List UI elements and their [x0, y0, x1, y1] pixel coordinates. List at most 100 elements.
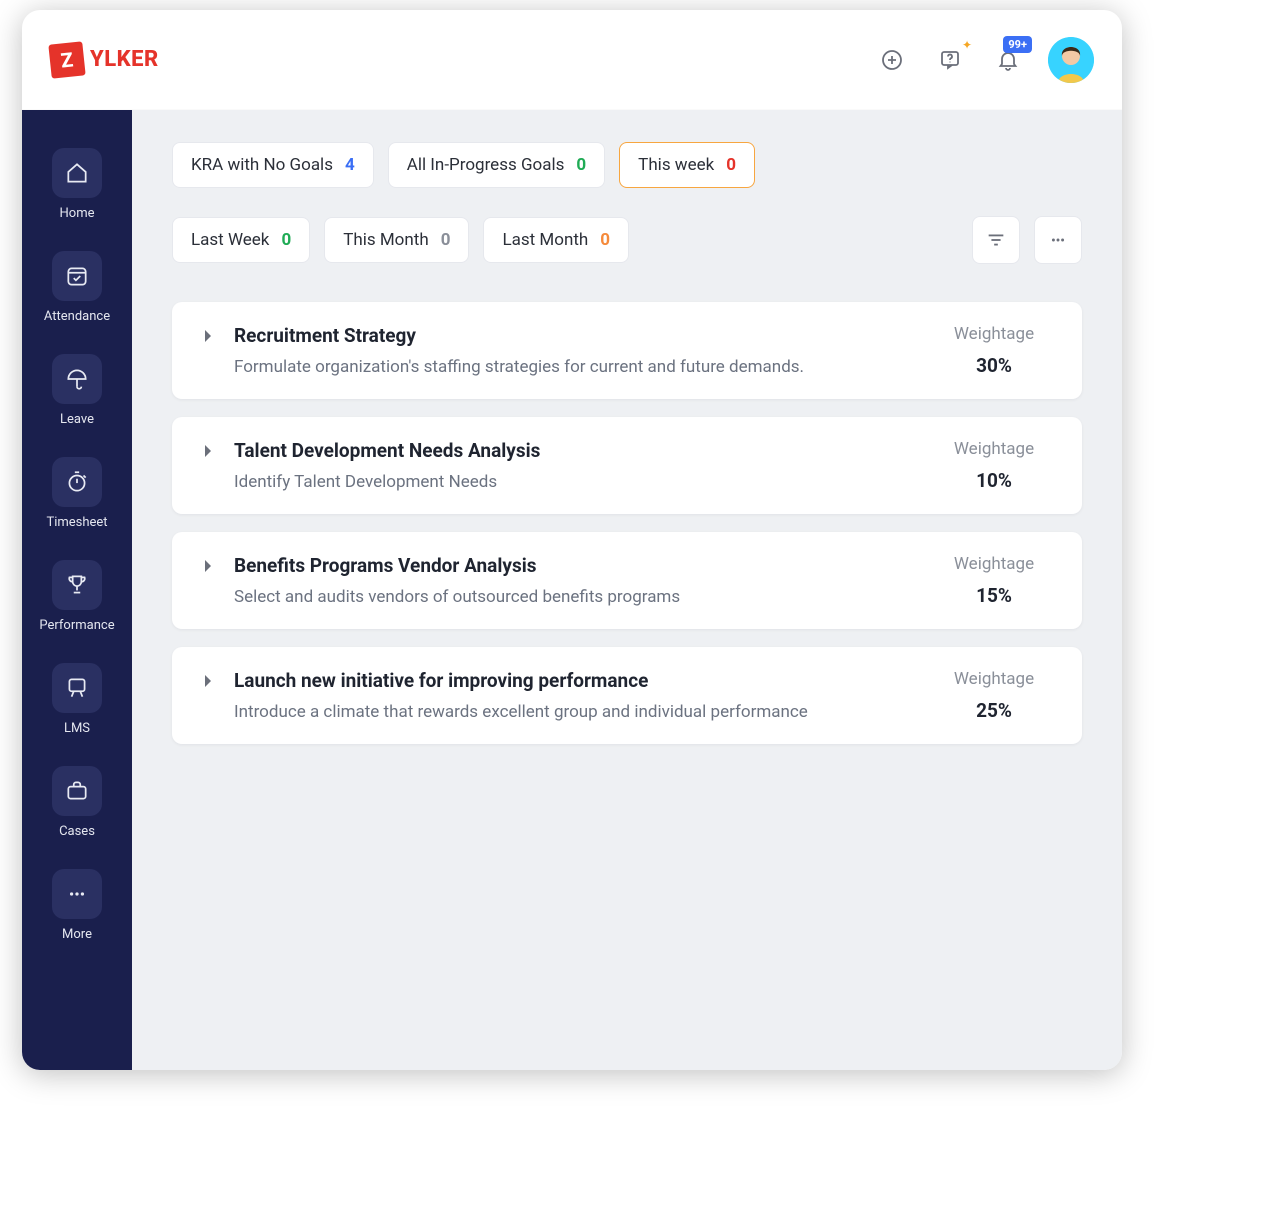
- sidebar-item-attendance[interactable]: Attendance: [44, 243, 110, 332]
- expand-toggle[interactable]: [200, 328, 216, 348]
- sparkle-icon: ✦: [962, 38, 972, 52]
- plus-circle-icon: [880, 48, 904, 72]
- add-button[interactable]: [874, 42, 910, 78]
- sidebar-item-cases[interactable]: Cases: [52, 758, 102, 847]
- filter-chip-this-week[interactable]: This week 0: [619, 142, 755, 188]
- filter-chip-last-month[interactable]: Last Month 0: [483, 217, 629, 263]
- more-options-button[interactable]: [1034, 216, 1082, 264]
- home-icon: [52, 148, 102, 198]
- kra-weight: Weightage 30%: [934, 324, 1054, 377]
- kra-title: Launch new initiative for improving perf…: [234, 669, 916, 692]
- kra-card: Recruitment Strategy Formulate organizat…: [172, 302, 1082, 399]
- app-shell: Z YLKER ✦ 99+: [22, 10, 1122, 1070]
- chip-label: This Month: [343, 230, 428, 250]
- trophy-icon: [52, 560, 102, 610]
- sidebar-item-label: Cases: [59, 824, 95, 839]
- body-area: Home Attendance Leave Timesheet Performa…: [22, 110, 1122, 1070]
- sidebar-item-timesheet[interactable]: Timesheet: [46, 449, 107, 538]
- presentation-icon: [52, 663, 102, 713]
- sidebar: Home Attendance Leave Timesheet Performa…: [22, 110, 132, 1070]
- notification-badge: 99+: [1003, 36, 1032, 53]
- kra-desc: Formulate organization's staffing strate…: [234, 357, 916, 377]
- chevron-right-icon: [200, 558, 216, 574]
- notifications-button[interactable]: 99+: [990, 42, 1026, 78]
- chip-count: 0: [600, 230, 610, 250]
- help-button[interactable]: ✦: [932, 42, 968, 78]
- weight-value: 30%: [934, 354, 1054, 377]
- chip-count: 0: [281, 230, 291, 250]
- kra-desc: Identify Talent Development Needs: [234, 472, 916, 492]
- kra-title: Recruitment Strategy: [234, 324, 916, 347]
- kra-body: Talent Development Needs Analysis Identi…: [234, 439, 916, 492]
- brand-logo[interactable]: Z YLKER: [50, 43, 159, 77]
- kra-title: Benefits Programs Vendor Analysis: [234, 554, 916, 577]
- sidebar-item-home[interactable]: Home: [52, 140, 102, 229]
- timer-icon: [52, 457, 102, 507]
- more-horizontal-icon: [1047, 229, 1069, 251]
- weight-value: 10%: [934, 469, 1054, 492]
- expand-toggle[interactable]: [200, 443, 216, 463]
- kra-card: Talent Development Needs Analysis Identi…: [172, 417, 1082, 514]
- chip-label: Last Month: [502, 230, 588, 250]
- avatar-image: [1048, 37, 1094, 83]
- sidebar-item-label: Attendance: [44, 309, 110, 324]
- sidebar-item-label: Leave: [60, 412, 94, 427]
- weight-label: Weightage: [934, 439, 1054, 459]
- filter-chip-in-progress[interactable]: All In-Progress Goals 0: [388, 142, 605, 188]
- chip-count: 0: [441, 230, 451, 250]
- kra-list: Recruitment Strategy Formulate organizat…: [172, 302, 1082, 744]
- help-chat-icon: [938, 48, 962, 72]
- kra-card: Launch new initiative for improving perf…: [172, 647, 1082, 744]
- kra-body: Benefits Programs Vendor Analysis Select…: [234, 554, 916, 607]
- kra-weight: Weightage 25%: [934, 669, 1054, 722]
- expand-toggle[interactable]: [200, 558, 216, 578]
- weight-value: 25%: [934, 699, 1054, 722]
- chip-count: 0: [576, 155, 586, 175]
- more-horizontal-icon: [52, 869, 102, 919]
- filter-chip-this-month[interactable]: This Month 0: [324, 217, 469, 263]
- kra-title: Talent Development Needs Analysis: [234, 439, 916, 462]
- chevron-right-icon: [200, 673, 216, 689]
- sidebar-item-leave[interactable]: Leave: [52, 346, 102, 435]
- kra-weight: Weightage 15%: [934, 554, 1054, 607]
- topbar-actions: ✦ 99+: [874, 37, 1094, 83]
- expand-toggle[interactable]: [200, 673, 216, 693]
- sidebar-item-lms[interactable]: LMS: [52, 655, 102, 744]
- sidebar-item-label: LMS: [64, 721, 90, 736]
- chip-label: This week: [638, 155, 714, 175]
- chip-label: KRA with No Goals: [191, 155, 333, 175]
- chip-count: 4: [345, 155, 355, 175]
- kra-desc: Introduce a climate that rewards excelle…: [234, 702, 916, 722]
- umbrella-icon: [52, 354, 102, 404]
- chip-label: Last Week: [191, 230, 269, 250]
- toolbar-right: [972, 216, 1082, 264]
- sidebar-item-label: Timesheet: [46, 515, 107, 530]
- logo-mark: Z: [48, 41, 85, 78]
- filter-chip-kra-no-goals[interactable]: KRA with No Goals 4: [172, 142, 374, 188]
- topbar: Z YLKER ✦ 99+: [22, 10, 1122, 110]
- chevron-right-icon: [200, 443, 216, 459]
- weight-label: Weightage: [934, 669, 1054, 689]
- filter-icon: [985, 229, 1007, 251]
- kra-weight: Weightage 10%: [934, 439, 1054, 492]
- kra-desc: Select and audits vendors of outsourced …: [234, 587, 916, 607]
- weight-label: Weightage: [934, 324, 1054, 344]
- logo-text: YLKER: [90, 47, 159, 72]
- avatar[interactable]: [1048, 37, 1094, 83]
- chip-count: 0: [726, 155, 736, 175]
- filter-button[interactable]: [972, 216, 1020, 264]
- filter-chips-row: KRA with No Goals 4 All In-Progress Goal…: [172, 142, 1082, 264]
- calendar-check-icon: [52, 251, 102, 301]
- filter-chip-last-week[interactable]: Last Week 0: [172, 217, 310, 263]
- kra-card: Benefits Programs Vendor Analysis Select…: [172, 532, 1082, 629]
- chip-label: All In-Progress Goals: [407, 155, 565, 175]
- sidebar-item-more[interactable]: More: [52, 861, 102, 950]
- kra-body: Recruitment Strategy Formulate organizat…: [234, 324, 916, 377]
- weight-label: Weightage: [934, 554, 1054, 574]
- sidebar-item-label: More: [62, 927, 92, 942]
- chevron-right-icon: [200, 328, 216, 344]
- sidebar-item-label: Home: [60, 206, 95, 221]
- weight-value: 15%: [934, 584, 1054, 607]
- sidebar-item-performance[interactable]: Performance: [39, 552, 114, 641]
- main-content: KRA with No Goals 4 All In-Progress Goal…: [132, 110, 1122, 1070]
